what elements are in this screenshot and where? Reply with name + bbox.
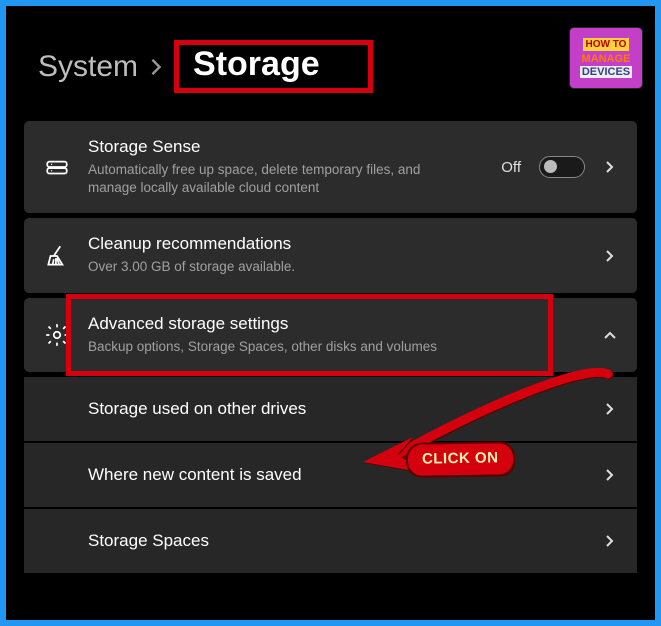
site-logo: HOW TO MANAGE DEVICES bbox=[570, 28, 642, 88]
chevron-right-icon bbox=[150, 58, 162, 76]
disk-icon bbox=[44, 154, 70, 180]
chevron-up-icon[interactable] bbox=[603, 328, 617, 342]
cleanup-recommendations-card[interactable]: Cleanup recommendations Over 3.00 GB of … bbox=[24, 218, 637, 292]
gear-icon bbox=[44, 322, 70, 348]
storage-sense-card[interactable]: Storage Sense Automatically free up spac… bbox=[24, 121, 637, 213]
cleanup-title: Cleanup recommendations bbox=[88, 234, 585, 254]
chevron-right-icon[interactable] bbox=[603, 249, 617, 263]
storage-sense-desc: Automatically free up space, delete temp… bbox=[88, 161, 468, 197]
storage-sense-title: Storage Sense bbox=[88, 137, 483, 157]
chevron-right-icon[interactable] bbox=[603, 160, 617, 174]
broom-icon bbox=[44, 243, 70, 269]
breadcrumb-parent[interactable]: System bbox=[38, 50, 138, 84]
advanced-title: Advanced storage settings bbox=[88, 314, 585, 334]
breadcrumb-current-highlight: Storage bbox=[174, 40, 373, 93]
annotation-click-on-badge: CLICK ON bbox=[408, 443, 513, 476]
cleanup-desc: Over 3.00 GB of storage available. bbox=[88, 258, 468, 276]
storage-sense-toggle[interactable] bbox=[539, 156, 585, 178]
breadcrumb-current: Storage bbox=[193, 45, 320, 83]
toggle-state-label: Off bbox=[501, 159, 521, 176]
sub-item-label: Storage Spaces bbox=[88, 531, 585, 551]
breadcrumb: System Storage HOW TO MANAGE DEVICES bbox=[38, 40, 637, 93]
storage-spaces-item[interactable]: Storage Spaces bbox=[24, 509, 637, 573]
chevron-right-icon[interactable] bbox=[603, 534, 617, 548]
